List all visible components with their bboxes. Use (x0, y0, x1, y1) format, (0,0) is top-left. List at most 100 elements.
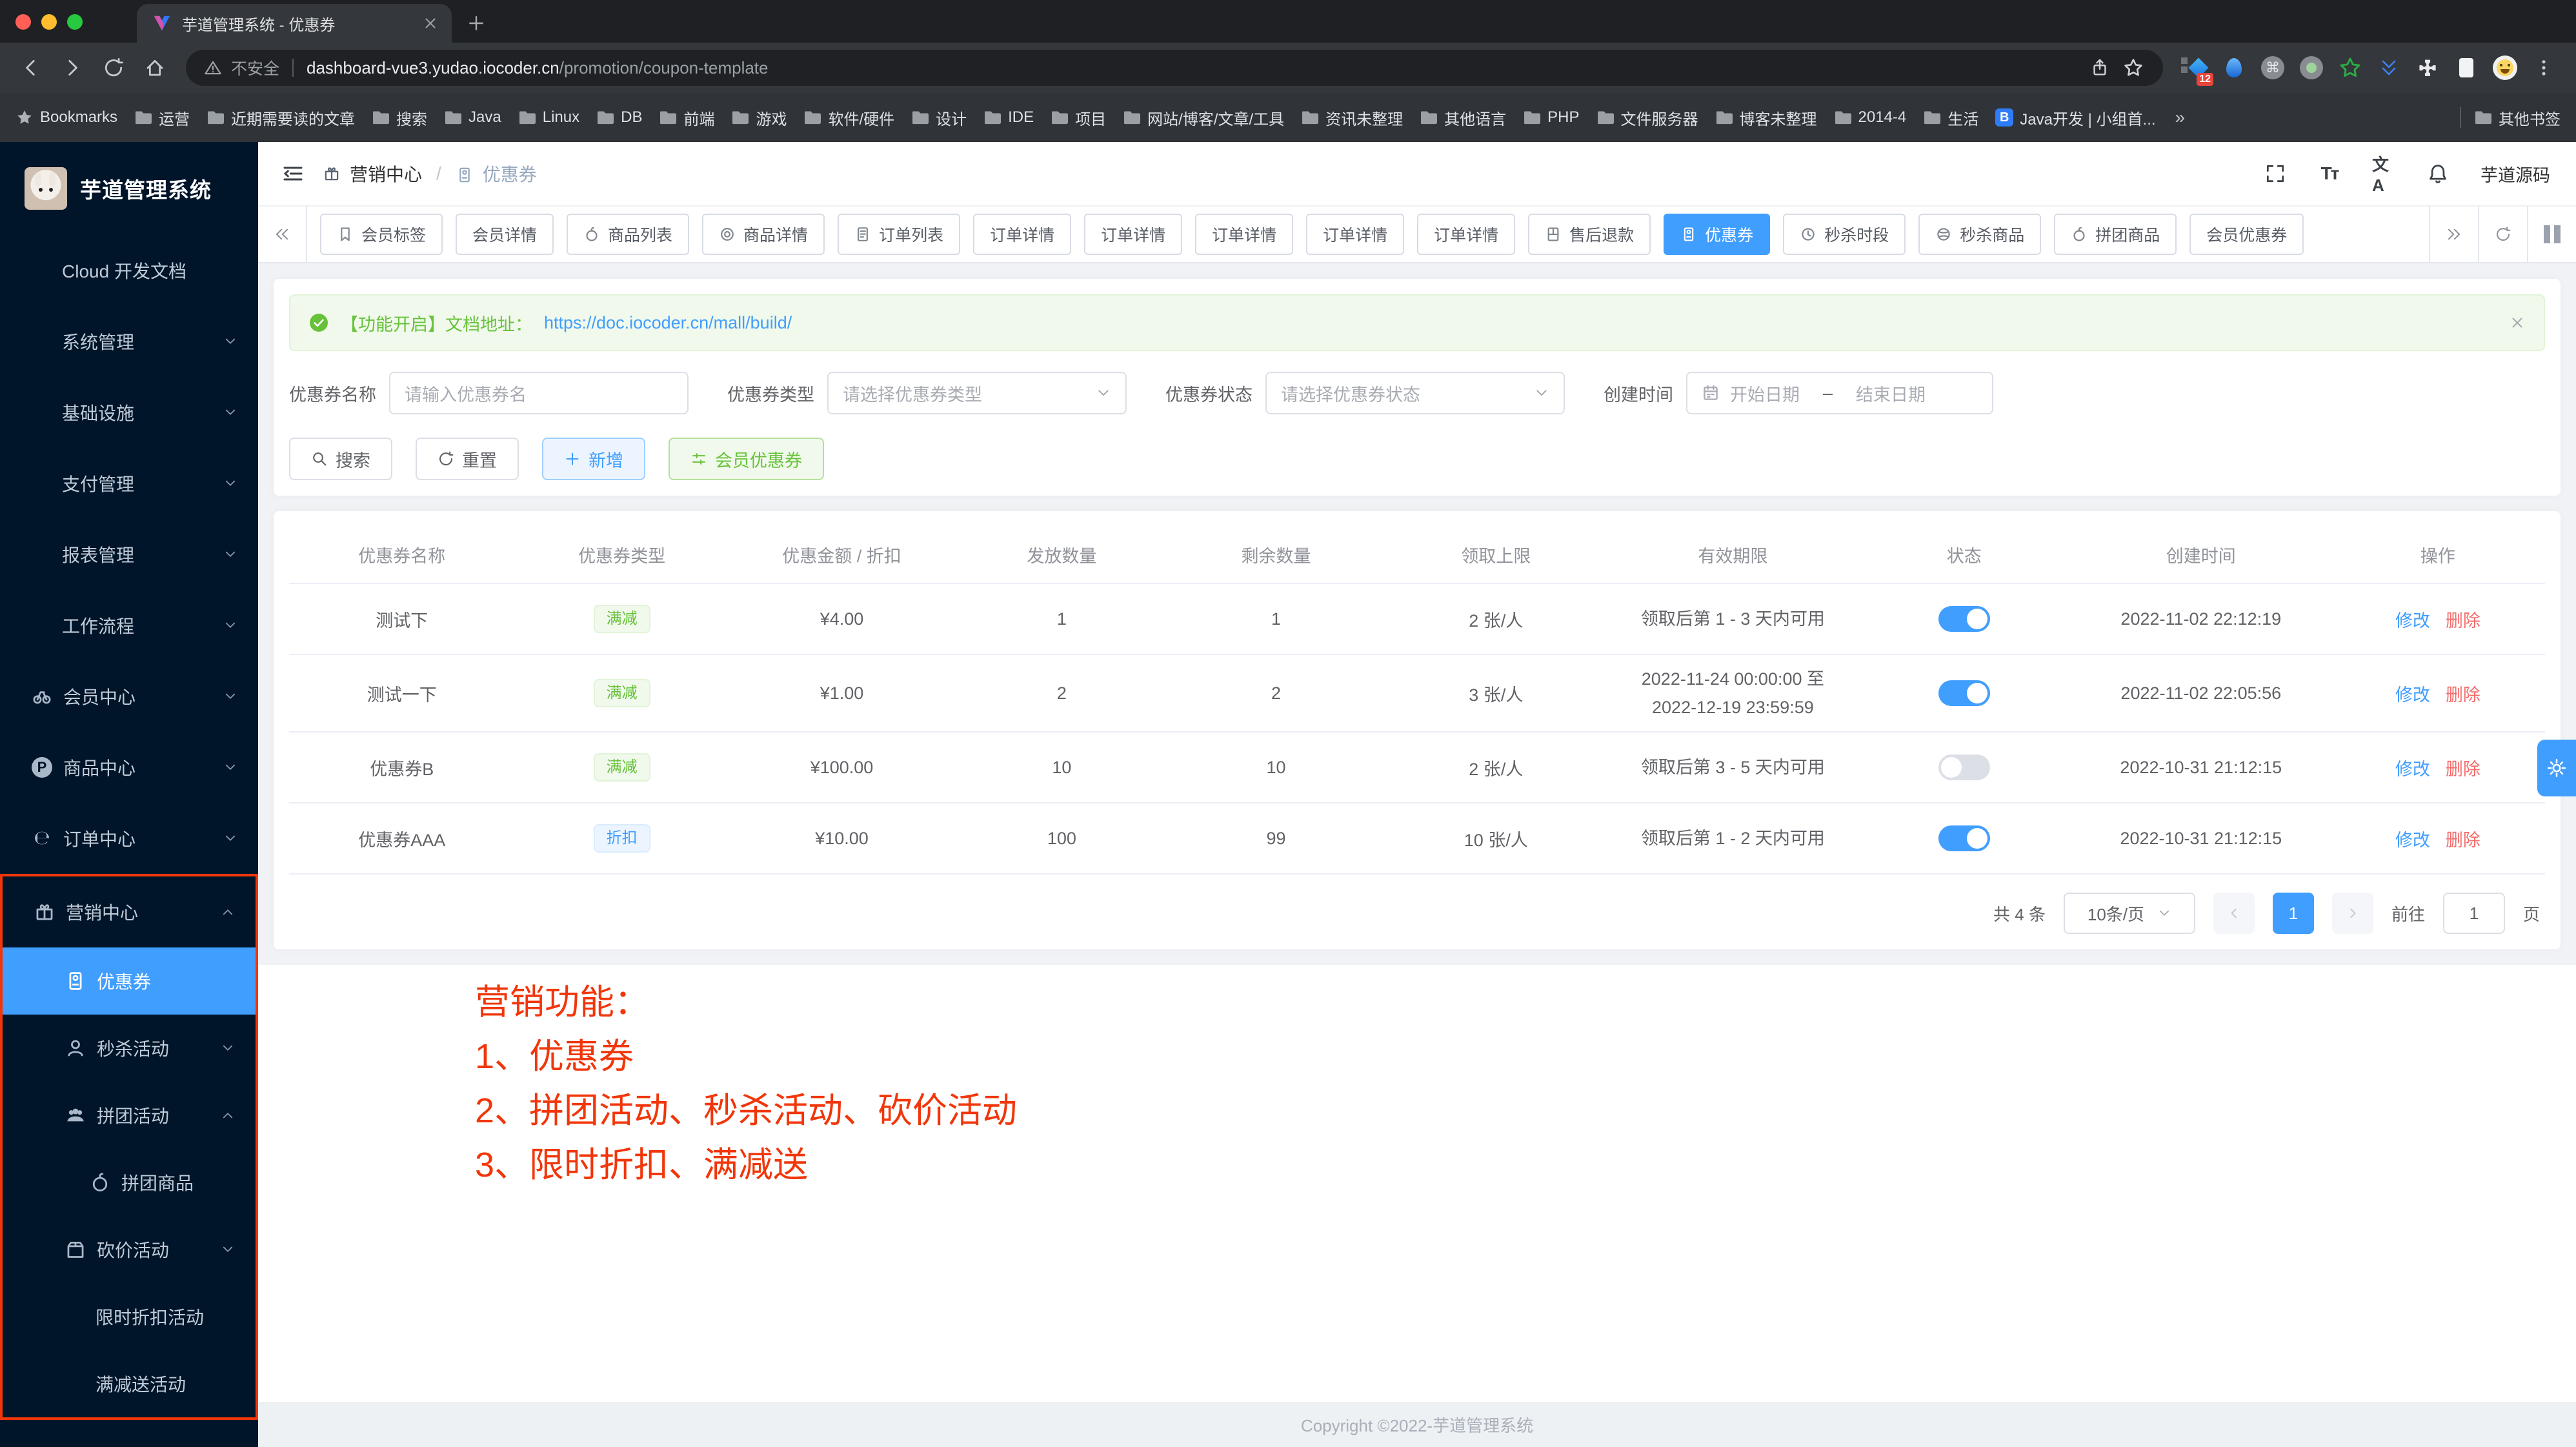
new-tab-button[interactable] (459, 6, 493, 40)
sidebar-item-cloud-docs[interactable]: Cloud 开发文档 (0, 235, 258, 306)
sidebar-item-system[interactable]: 系统管理 (0, 306, 258, 377)
bookmark-folder[interactable]: 搜索 (372, 106, 427, 129)
bookmark-folder[interactable]: Linux (518, 108, 579, 126)
other-bookmarks-folder[interactable]: 其他书签 (2474, 106, 2561, 129)
extension-command-icon[interactable]: ⌘ (2259, 54, 2287, 82)
tab-order-list[interactable]: 订单列表 (838, 214, 960, 255)
bookmark-folder[interactable]: 网站/博客/文章/工具 (1123, 106, 1284, 129)
bookmark-folder[interactable]: 生活 (1923, 106, 1978, 129)
page-size-select[interactable]: 10条/页 (2064, 893, 2195, 934)
edit-link[interactable]: 修改 (2395, 760, 2430, 779)
tabs-scroll-left-button[interactable] (258, 206, 307, 263)
bookmark-folder[interactable]: 游戏 (731, 106, 787, 129)
settings-gear-button[interactable] (2537, 740, 2576, 796)
tabs-refresh-button[interactable] (2478, 206, 2527, 263)
reading-list-icon[interactable] (2452, 54, 2480, 82)
browser-menu-icon[interactable] (2530, 54, 2558, 82)
close-tab-icon[interactable] (422, 15, 439, 32)
bookmark-folder[interactable]: 前端 (659, 106, 714, 129)
add-button[interactable]: 新增 (542, 438, 645, 480)
tab-order-detail-3[interactable]: 订单详情 (1195, 214, 1293, 255)
sidebar-item-infrastructure[interactable]: 基础设施 (0, 377, 258, 448)
layout-columns-icon[interactable] (2527, 206, 2576, 263)
tab-member-detail[interactable]: 会员详情 (456, 214, 554, 255)
sidebar-item-order-center[interactable]: ℮订单中心 (0, 803, 258, 874)
status-toggle[interactable] (1938, 825, 1990, 851)
fullscreen-icon[interactable] (2264, 162, 2287, 185)
bookmark-folder[interactable]: 近期需要读的文章 (206, 106, 355, 129)
sidebar-item-workflow[interactable]: 工作流程 (0, 590, 258, 661)
app-logo[interactable]: 芋道管理系统 (0, 142, 258, 235)
sidebar-item-report[interactable]: 报表管理 (0, 519, 258, 590)
profile-avatar[interactable] (2491, 54, 2519, 82)
sidebar-item-groupon[interactable]: 拼团活动 (3, 1082, 256, 1149)
prev-page-button[interactable] (2213, 893, 2255, 934)
edit-link[interactable]: 修改 (2395, 831, 2430, 850)
bookmark-folder[interactable]: 运营 (134, 106, 190, 129)
alert-close-icon[interactable] (2509, 314, 2526, 331)
tab-product-detail[interactable]: 商品详情 (702, 214, 825, 255)
tab-order-detail-5[interactable]: 订单详情 (1417, 214, 1515, 255)
delete-link[interactable]: 删除 (2446, 831, 2480, 850)
zoom-window-button[interactable] (67, 14, 83, 30)
sidebar-item-time-discount[interactable]: 限时折扣活动 (3, 1283, 256, 1350)
back-button[interactable] (13, 50, 49, 86)
tabs-scroll-right-button[interactable] (2429, 206, 2478, 263)
minimize-window-button[interactable] (41, 14, 57, 30)
bookmark-folder[interactable]: 软件/硬件 (803, 106, 894, 129)
status-toggle[interactable] (1938, 754, 1990, 780)
address-bar[interactable]: 不安全 dashboard-vue3.yudao.iocoder.cn /pro… (186, 50, 2163, 86)
sidebar-item-bargain[interactable]: 砍价活动 (3, 1216, 256, 1283)
status-toggle[interactable] (1938, 606, 1990, 632)
sidebar-item-marketing-center[interactable]: 营销中心 (3, 876, 256, 947)
sidebar-item-member-center[interactable]: 会员中心 (0, 661, 258, 732)
tab-aftersale-refund[interactable]: 售后退款 (1528, 214, 1651, 255)
tab-coupon[interactable]: 优惠券 (1664, 214, 1770, 255)
goto-page-input[interactable]: 1 (2443, 893, 2505, 934)
current-page-button[interactable]: 1 (2273, 893, 2314, 934)
bookmark-java-dev[interactable]: BJava开发 | 小组首... (1995, 106, 2155, 129)
extension-star-icon[interactable] (2336, 54, 2364, 82)
tab-seckill-time[interactable]: 秒杀时段 (1783, 214, 1906, 255)
tab-member-coupon[interactable]: 会员优惠券 (2189, 214, 2304, 255)
close-window-button[interactable] (15, 14, 31, 30)
forward-button[interactable] (54, 50, 90, 86)
sidebar-item-groupon-product[interactable]: 拼团商品 (3, 1149, 256, 1216)
coupon-name-input[interactable]: 请输入优惠券名 (389, 372, 689, 414)
delete-link[interactable]: 删除 (2446, 685, 2480, 705)
username[interactable]: 芋道源码 (2480, 161, 2550, 187)
bookmark-folder[interactable]: 2014-4 (1834, 108, 1907, 126)
breadcrumb-section[interactable]: 营销中心 (350, 161, 422, 187)
coupon-type-select[interactable]: 请选择优惠券类型 (827, 372, 1127, 414)
delete-link[interactable]: 删除 (2446, 611, 2480, 631)
bookmark-star-button[interactable] (2117, 51, 2150, 85)
sidebar-item-product-center[interactable]: P商品中心 (0, 732, 258, 803)
home-button[interactable] (137, 50, 173, 86)
font-size-icon[interactable]: Tᴛ (2318, 162, 2341, 185)
sidebar-item-payment[interactable]: 支付管理 (0, 448, 258, 519)
collapse-sidebar-icon[interactable] (281, 162, 305, 185)
bookmark-folder[interactable]: 博客未整理 (1715, 106, 1817, 129)
bookmarks-overflow-chevron[interactable]: » (2175, 107, 2186, 128)
reload-button[interactable] (96, 50, 132, 86)
tab-order-detail-1[interactable]: 订单详情 (973, 214, 1071, 255)
status-toggle[interactable] (1938, 680, 1990, 706)
doc-link[interactable]: https://doc.iocoder.cn/mall/build/ (544, 313, 792, 333)
bell-icon[interactable] (2426, 162, 2450, 185)
browser-tab[interactable]: 芋道管理系统 - 优惠券 (137, 4, 452, 43)
extensions-puzzle-icon[interactable] (2413, 54, 2442, 82)
search-button[interactable]: 搜索 (289, 438, 392, 480)
delete-link[interactable]: 删除 (2446, 760, 2480, 779)
tab-groupon-product[interactable]: 拼团商品 (2054, 214, 2177, 255)
date-range-picker[interactable]: 开始日期 – 结束日期 (1686, 372, 1993, 414)
tab-seckill-product[interactable]: 秒杀商品 (1918, 214, 2041, 255)
bookmark-folder[interactable]: Java (444, 108, 501, 126)
tab-product-list[interactable]: 商品列表 (567, 214, 689, 255)
bookmark-folder[interactable]: 资讯未整理 (1301, 106, 1403, 129)
bookmark-folder[interactable]: IDE (983, 108, 1034, 126)
tab-order-detail-2[interactable]: 订单详情 (1084, 214, 1182, 255)
extension-record-icon[interactable] (2297, 54, 2326, 82)
bookmark-folder[interactable]: 其他语言 (1420, 106, 1506, 129)
tab-order-detail-4[interactable]: 订单详情 (1306, 214, 1404, 255)
edit-link[interactable]: 修改 (2395, 611, 2430, 631)
